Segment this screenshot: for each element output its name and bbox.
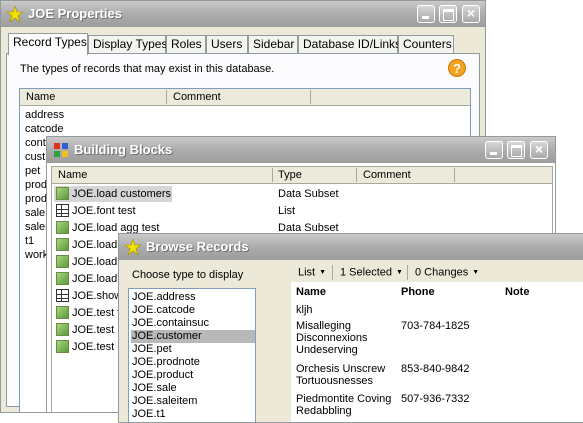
list-menu-button[interactable]: List ▼: [298, 265, 326, 281]
window-title: Building Blocks: [74, 142, 173, 157]
record-type-list[interactable]: JOE.address JOE.catcode JOE.containsuc J…: [128, 288, 256, 422]
building-block-name[interactable]: JOE.load customers: [72, 186, 171, 203]
data-subset-icon: [56, 323, 69, 336]
data-subset-icon: [56, 306, 69, 319]
record-phone[interactable]: 853-840-9842: [401, 363, 470, 375]
title-bar[interactable]: JOE Properties ×: [1, 1, 485, 27]
window-title: Browse Records: [146, 239, 249, 254]
type-item-selected[interactable]: JOE.customer: [131, 330, 255, 343]
column-header-note[interactable]: Note: [505, 286, 529, 298]
close-button[interactable]: ×: [530, 141, 548, 159]
record-name[interactable]: Misalleging Disconnexions Undeserving: [296, 320, 396, 356]
star-icon: [7, 6, 23, 22]
list-header: Name Type Comment: [52, 167, 552, 184]
type-item[interactable]: JOE.sale: [131, 382, 177, 395]
type-item[interactable]: JOE.t1: [131, 408, 166, 421]
data-subset-icon: [56, 255, 69, 268]
minimize-button[interactable]: [485, 141, 503, 159]
record-name[interactable]: Piedmontite Coving Redabbling: [296, 393, 396, 417]
description-text: The types of records that may exist in t…: [20, 63, 275, 75]
tab-display-types[interactable]: Display Types: [88, 35, 167, 53]
type-item[interactable]: JOE.catcode: [131, 304, 195, 317]
data-subset-icon: [56, 272, 69, 285]
column-header-name[interactable]: Name: [26, 91, 55, 103]
building-block-name[interactable]: JOE.test f: [72, 305, 120, 322]
data-subset-icon: [56, 238, 69, 251]
maximize-button[interactable]: [507, 141, 525, 159]
star-icon: [125, 239, 141, 255]
chevron-down-icon: ▼: [319, 269, 327, 276]
column-header-comment[interactable]: Comment: [363, 169, 411, 181]
data-subset-icon: [56, 187, 69, 200]
data-subset-icon: [56, 340, 69, 353]
building-block-name[interactable]: JOE.test p: [72, 339, 123, 356]
help-icon[interactable]: ?: [448, 59, 466, 77]
column-header-name[interactable]: Name: [58, 169, 87, 181]
record-phone[interactable]: 703-784-1825: [401, 320, 470, 332]
column-header-comment[interactable]: Comment: [173, 91, 221, 103]
records-grid: Name Phone Note kljh Misalleging Disconn…: [291, 282, 583, 422]
column-header-name[interactable]: Name: [296, 286, 326, 298]
choose-type-label: Choose type to display: [132, 269, 244, 281]
type-item[interactable]: JOE.product: [131, 369, 193, 382]
chevron-down-icon: ▼: [395, 269, 403, 276]
tab-users[interactable]: Users: [206, 35, 248, 53]
window-title: JOE Properties: [28, 6, 122, 21]
building-block-type: Data Subset: [278, 188, 339, 200]
tab-sidebar[interactable]: Sidebar: [248, 35, 298, 53]
column-header-phone[interactable]: Phone: [401, 286, 435, 298]
list-table-icon: [56, 289, 69, 302]
building-block-name[interactable]: JOE.test b: [72, 322, 123, 339]
changes-count-label: 0 Changes: [415, 266, 469, 279]
data-subset-icon: [56, 221, 69, 234]
building-block-name[interactable]: JOE.load: [72, 254, 117, 271]
building-block-name[interactable]: JOE.font test: [72, 203, 136, 220]
building-block-type: List: [278, 205, 296, 217]
toolbar-separator: [407, 265, 408, 280]
chevron-down-icon: ▼: [472, 269, 480, 276]
record-phone[interactable]: 507-936-7332: [401, 393, 470, 405]
toolbar-separator: [332, 265, 333, 280]
tab-counters[interactable]: Counters: [398, 35, 454, 53]
type-item[interactable]: JOE.containsuc: [131, 317, 209, 330]
list-table-icon: [56, 204, 69, 217]
tab-database-id-links[interactable]: Database ID/Links: [298, 35, 401, 53]
type-item[interactable]: JOE.prodnote: [131, 356, 200, 369]
title-bar[interactable]: Browse Records: [119, 234, 583, 260]
list-menu-label: List: [298, 266, 316, 279]
list-item[interactable]: work: [25, 247, 48, 264]
tab-record-types[interactable]: Record Types: [8, 33, 88, 55]
tab-roles[interactable]: Roles: [166, 35, 206, 53]
building-block-name[interactable]: JOE.load: [72, 271, 117, 288]
browse-records-window: Browse Records Choose type to display JO…: [118, 233, 583, 423]
building-blocks-icon: [54, 143, 68, 157]
type-item[interactable]: JOE.pet: [131, 343, 172, 356]
record-name[interactable]: Orchesis Unscrew Tortuousnesses: [296, 363, 396, 387]
minimize-button[interactable]: [417, 5, 435, 23]
selected-count-label: 1 Selected: [340, 266, 392, 279]
changes-menu-button[interactable]: 0 Changes ▼: [415, 265, 479, 281]
building-block-name[interactable]: JOE.show: [72, 288, 122, 305]
list-header: Name Comment: [20, 89, 470, 106]
column-header-type[interactable]: Type: [278, 169, 302, 181]
close-button[interactable]: ×: [462, 5, 480, 23]
type-item[interactable]: JOE.address: [131, 291, 196, 304]
title-bar[interactable]: Building Blocks ×: [47, 137, 555, 163]
record-name[interactable]: kljh: [296, 304, 396, 317]
maximize-button[interactable]: [439, 5, 457, 23]
type-item[interactable]: JOE.saleitem: [131, 395, 197, 408]
building-block-name[interactable]: JOE.load: [72, 237, 117, 254]
selected-menu-button[interactable]: 1 Selected ▼: [340, 265, 403, 281]
